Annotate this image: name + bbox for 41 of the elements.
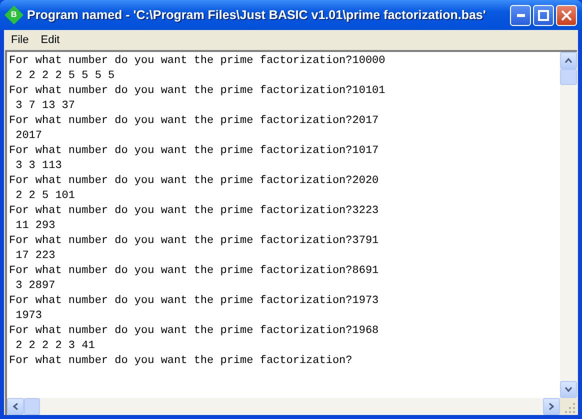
scroll-left-button[interactable] xyxy=(7,398,24,415)
output-line: 2 2 2 2 3 41 xyxy=(14,339,95,354)
minimize-button[interactable] xyxy=(510,4,531,26)
menu-item[interactable]: File xyxy=(6,32,34,48)
output-line: 3 3 113 xyxy=(14,159,62,174)
maximize-button[interactable] xyxy=(533,4,554,26)
resize-grip[interactable] xyxy=(560,398,577,415)
minimize-icon xyxy=(516,14,524,16)
output-line: 2 2 2 2 5 5 5 5 xyxy=(14,69,115,84)
vertical-scrollbar[interactable] xyxy=(560,52,577,398)
output-line: For what number do you want the prime factorization? xyxy=(9,354,352,369)
output-line: 11 293 xyxy=(14,219,56,234)
output-line: For what number do you want the prime factorization?8691 xyxy=(9,264,379,279)
horizontal-scrollbar[interactable] xyxy=(7,398,560,415)
close-button[interactable] xyxy=(556,4,577,26)
output-line: For what number do you want the prime factorization?2020 xyxy=(9,174,379,189)
output-line: 3 7 13 37 xyxy=(14,99,76,114)
output-line: For what number do you want the prime factorization?2017 xyxy=(9,114,379,129)
output-line: For what number do you want the prime factorization?1017 xyxy=(9,144,379,159)
output-line: For what number do you want the prime factorization?10000 xyxy=(9,54,386,69)
menu-item[interactable]: Edit xyxy=(36,32,65,48)
scroll-down-button[interactable] xyxy=(560,381,577,398)
output-line: For what number do you want the prime factorization?1973 xyxy=(9,294,379,309)
scroll-up-button[interactable] xyxy=(560,52,577,69)
close-icon xyxy=(561,10,572,20)
output-line: 2017 xyxy=(14,129,42,144)
maximize-icon xyxy=(538,10,549,20)
output-line: 17 223 xyxy=(14,249,56,264)
output-line: 3 2897 xyxy=(14,279,56,294)
app-icon-letter: B xyxy=(11,9,17,22)
scroll-right-button[interactable] xyxy=(543,398,560,415)
output-line: For what number do you want the prime factorization?10101 xyxy=(9,84,386,99)
resize-grip-icon xyxy=(565,403,575,413)
output-line: For what number do you want the prime factorization?3791 xyxy=(9,234,379,249)
output-line: 1973 xyxy=(14,309,42,324)
output-line: 2 2 5 101 xyxy=(14,189,76,204)
scrollbar-thumb[interactable] xyxy=(24,398,40,415)
window-title: Program named - 'C:\Program Files\Just BASIC v1.01\prime factorization.bas' xyxy=(27,6,487,24)
output-line: For what number do you want the prime factorization?1968 xyxy=(9,324,379,339)
output-line: For what number do you want the prime factorization?3223 xyxy=(9,204,379,219)
scrollbar-thumb[interactable] xyxy=(560,69,577,85)
